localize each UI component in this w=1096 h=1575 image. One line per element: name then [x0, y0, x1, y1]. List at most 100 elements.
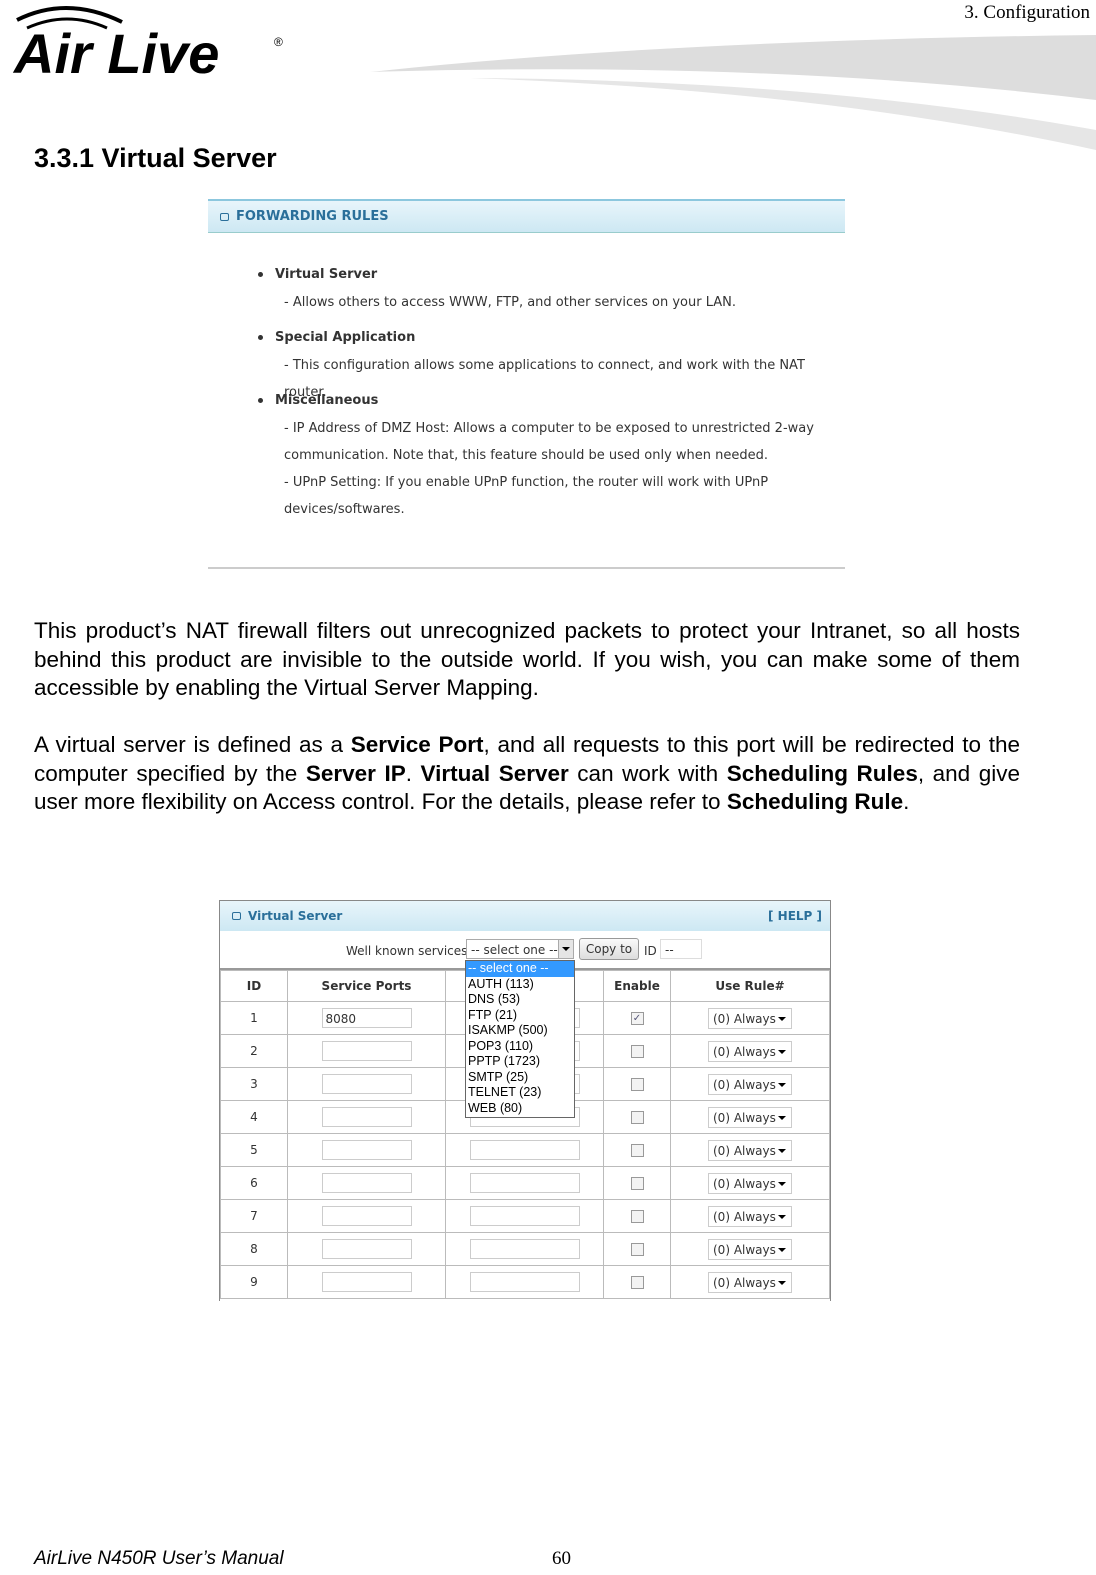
enable-checkbox[interactable]	[630, 1243, 644, 1256]
square-bullet-icon	[220, 212, 229, 221]
service-port-input[interactable]	[321, 1239, 412, 1259]
service-port-input[interactable]: 8080	[321, 1008, 412, 1028]
page-number: 60	[552, 1548, 571, 1569]
copy-to-button[interactable]: Copy to	[579, 938, 639, 960]
dropdown-option[interactable]: PPTP (1723)	[466, 1054, 574, 1070]
rule-cell: (0) Always	[670, 1034, 830, 1068]
server-ip-input[interactable]	[469, 1140, 580, 1160]
service-port-cell: 8080	[287, 1001, 446, 1035]
server-ip-cell	[445, 1133, 604, 1167]
dropdown-option[interactable]: FTP (21)	[466, 1008, 574, 1024]
table-row: 8 (0) Always	[220, 1232, 830, 1266]
section-title: 3.3.1 Virtual Server	[34, 143, 277, 173]
use-rule-select[interactable]: (0) Always	[708, 1106, 792, 1128]
svg-text:®: ®	[274, 35, 283, 49]
enable-checkbox[interactable]	[630, 1177, 644, 1190]
dropdown-option[interactable]: DNS (53)	[466, 992, 574, 1008]
well-known-label: Well known services	[346, 944, 468, 958]
enable-cell	[603, 1265, 671, 1299]
use-rule-select[interactable]: (0) Always	[708, 1172, 792, 1194]
bold-term: Scheduling Rules	[726, 760, 918, 786]
enable-cell	[603, 1067, 671, 1101]
use-rule-select[interactable]: (0) Always	[708, 1139, 792, 1161]
enable-cell	[603, 1100, 671, 1134]
dropdown-option[interactable]: AUTH (113)	[466, 977, 574, 993]
help-link[interactable]: [ HELP ]	[768, 909, 822, 923]
service-port-input[interactable]	[321, 1173, 412, 1193]
enable-cell	[603, 1199, 671, 1233]
enable-checkbox[interactable]: ✓	[630, 1012, 644, 1025]
table-row: 5 (0) Always	[220, 1133, 830, 1167]
use-rule-select[interactable]: (0) Always	[708, 1007, 792, 1029]
id-select[interactable]: --	[660, 939, 702, 959]
row-id: 3	[220, 1067, 288, 1101]
id-label: ID	[644, 944, 657, 958]
enable-cell	[603, 1166, 671, 1200]
dropdown-option[interactable]: -- select one --	[466, 961, 574, 977]
server-ip-input[interactable]	[469, 1272, 580, 1292]
col-enable: Enable	[603, 970, 671, 1002]
server-ip-input[interactable]	[469, 1206, 580, 1226]
service-port-cell	[287, 1265, 446, 1299]
enable-cell	[603, 1034, 671, 1068]
dropdown-option[interactable]: SMTP (25)	[466, 1070, 574, 1086]
svg-text:Air Live: Air Live	[12, 22, 219, 85]
rule-desc: communication. Note that, this feature s…	[284, 448, 769, 463]
col-id: ID	[220, 970, 288, 1002]
use-rule-select[interactable]: (0) Always	[708, 1271, 792, 1293]
row-id: 8	[220, 1232, 288, 1266]
service-port-input[interactable]	[321, 1272, 412, 1292]
use-rule-select[interactable]: (0) Always	[708, 1073, 792, 1095]
service-port-input[interactable]	[321, 1206, 412, 1226]
rule-cell: (0) Always	[670, 1001, 830, 1035]
panel-title: Virtual Server	[248, 909, 343, 923]
row-id: 5	[220, 1133, 288, 1167]
enable-checkbox[interactable]	[630, 1078, 644, 1091]
services-dropdown-list: -- select one -- AUTH (113) DNS (53) FTP (2…	[465, 960, 575, 1118]
service-port-cell	[287, 1067, 446, 1101]
selected-value: --	[665, 943, 674, 957]
text: .	[405, 760, 421, 786]
service-port-cell	[287, 1232, 446, 1266]
enable-checkbox[interactable]	[630, 1111, 644, 1124]
panel-title: FORWARDING RULES	[236, 209, 389, 224]
service-port-input[interactable]	[321, 1041, 412, 1061]
dropdown-option[interactable]: TELNET (23)	[466, 1085, 574, 1101]
rule-cell: (0) Always	[670, 1265, 830, 1299]
bold-term: Server IP	[305, 760, 406, 786]
definition-paragraph: A virtual server is defined as a Service…	[34, 731, 1020, 817]
chapter-header: 3. Configuration	[964, 2, 1090, 23]
service-port-input[interactable]	[321, 1074, 412, 1094]
use-rule-select[interactable]: (0) Always	[708, 1238, 792, 1260]
enable-checkbox[interactable]	[630, 1210, 644, 1223]
dropdown-option[interactable]: POP3 (110)	[466, 1039, 574, 1055]
service-port-cell	[287, 1034, 446, 1068]
dropdown-option[interactable]: ISAKMP (500)	[466, 1023, 574, 1039]
row-id: 7	[220, 1199, 288, 1233]
enable-checkbox[interactable]	[630, 1045, 644, 1058]
dropdown-option[interactable]: WEB (80)	[466, 1101, 574, 1117]
enable-cell	[603, 1232, 671, 1266]
service-port-cell	[287, 1100, 446, 1134]
bold-term: Virtual Server	[420, 760, 569, 786]
server-ip-input[interactable]	[469, 1239, 580, 1259]
col-use-rule: Use Rule#	[670, 970, 830, 1002]
panel-title-wrap: Virtual Server	[232, 909, 342, 923]
footer-manual-title: AirLive N450R User’s Manual	[34, 1548, 284, 1569]
rule-cell: (0) Always	[670, 1232, 830, 1266]
enable-cell: ✓	[603, 1001, 671, 1035]
enable-checkbox[interactable]	[630, 1276, 644, 1289]
rule-desc: devices/softwares.	[284, 502, 405, 517]
enable-checkbox[interactable]	[630, 1144, 644, 1157]
header-swoosh	[370, 35, 1096, 150]
server-ip-input[interactable]	[469, 1173, 580, 1193]
text: can work with	[568, 760, 727, 786]
well-known-services-select[interactable]: -- select one --	[466, 939, 574, 959]
text: .	[903, 789, 910, 815]
service-port-input[interactable]	[321, 1140, 412, 1160]
use-rule-select[interactable]: (0) Always	[708, 1205, 792, 1227]
row-id: 6	[220, 1166, 288, 1200]
service-port-input[interactable]	[321, 1107, 412, 1127]
manual-page: 3. Configuration Air Live ® 3.3.1 Virtua…	[0, 0, 1096, 1575]
use-rule-select[interactable]: (0) Always	[708, 1040, 792, 1062]
